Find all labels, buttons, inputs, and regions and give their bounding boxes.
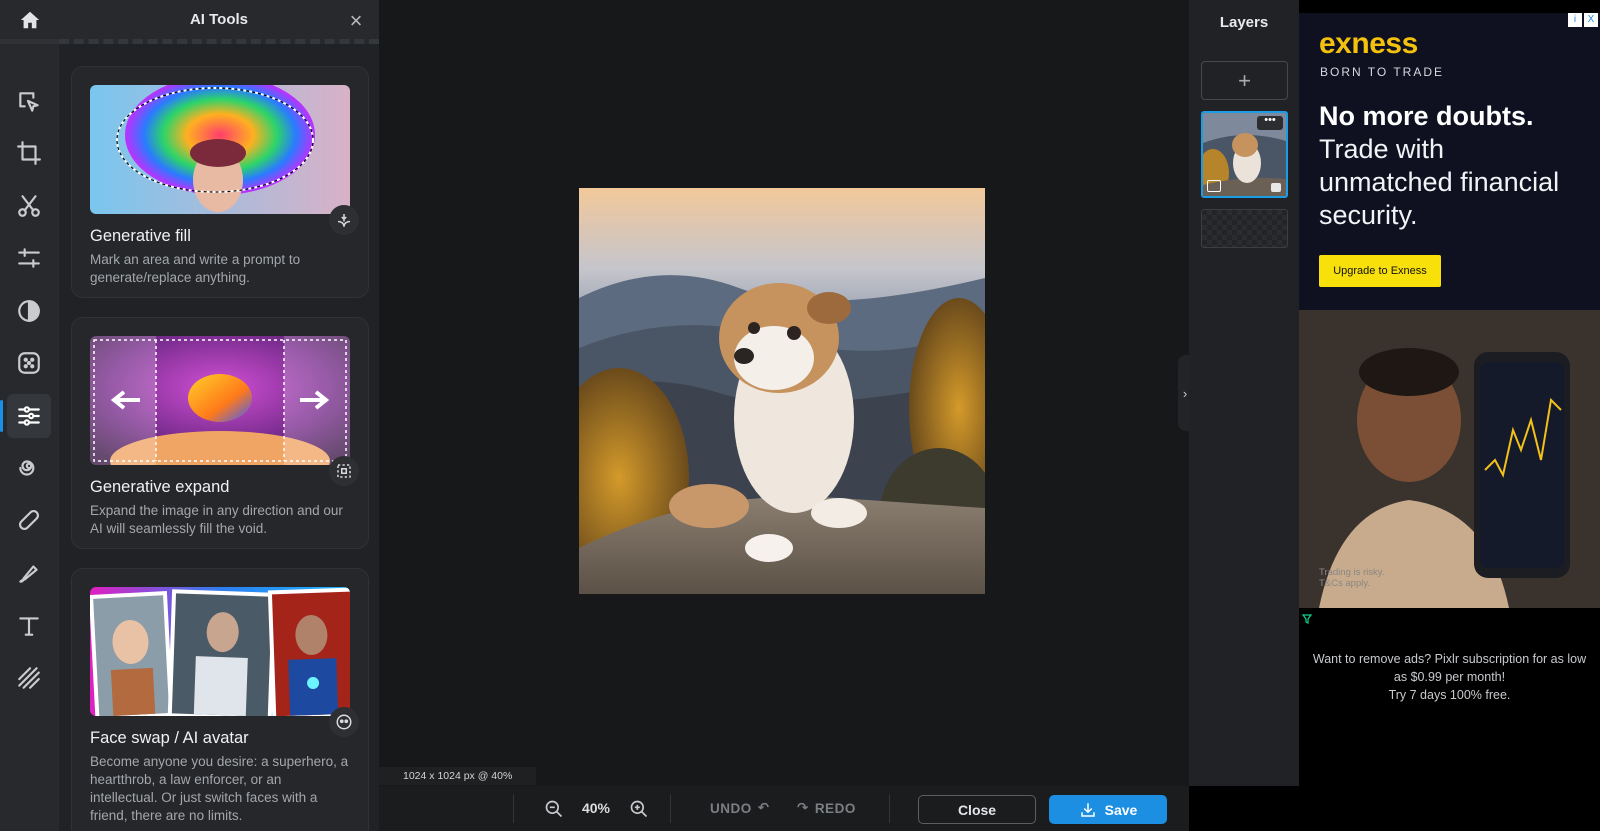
download-icon	[1080, 802, 1095, 817]
card-title: Generative expand	[90, 478, 230, 496]
generative-expand-thumbnail	[90, 336, 350, 465]
card-face-swap[interactable]: Face swap / AI avatar Become anyone you …	[71, 568, 369, 831]
card-description: Expand the image in any direction and ou…	[90, 503, 343, 536]
canvas-area	[379, 0, 1189, 786]
ai-tools-panel: AI Tools × Generative fill Mark an area …	[59, 0, 379, 831]
free-trial-text: Try 7 days 100% free.	[1388, 688, 1511, 702]
ad-tagline: BORN TO TRADE	[1320, 65, 1445, 79]
layers-panel: Layers + •••	[1189, 0, 1299, 786]
cut-icon	[18, 195, 40, 217]
ad-close-icon[interactable]: X	[1584, 13, 1598, 27]
card-description: Mark an area and write a prompt to gener…	[90, 252, 301, 285]
generative-fill-icon	[337, 214, 351, 227]
card-title: Generative fill	[90, 227, 191, 245]
tool-text[interactable]	[7, 604, 51, 648]
pattern-icon	[18, 667, 40, 689]
ad-risk-disclaimer: Trading is risky. T&Cs apply.	[1319, 567, 1385, 589]
redo-button[interactable]: ↷ REDO	[797, 800, 856, 816]
tool-draw[interactable]	[7, 551, 51, 595]
image-layer-icon	[1207, 180, 1221, 192]
effect-icon	[18, 352, 40, 374]
remove-ads-text: Want to remove ads? Pixlr subscription f…	[1312, 652, 1587, 684]
divider	[670, 794, 671, 823]
redo-label: REDO	[814, 800, 856, 816]
chevron-right-icon: ›	[1182, 385, 1188, 401]
retouch-icon	[18, 509, 40, 531]
panel-header: AI Tools ×	[59, 0, 379, 44]
card-badge	[329, 456, 359, 486]
layers-title: Layers	[1219, 13, 1269, 31]
save-button[interactable]: Save	[1049, 795, 1167, 824]
face-icon	[336, 714, 352, 730]
expand-icon	[337, 464, 351, 478]
card-badge	[329, 205, 359, 235]
draw-icon	[19, 565, 38, 583]
tool-retouch[interactable]	[7, 498, 51, 542]
close-icon: ×	[349, 8, 363, 33]
tool-crop[interactable]	[7, 131, 51, 175]
close-button[interactable]: Close	[918, 795, 1036, 824]
ad-brand-logo: exness	[1319, 27, 1418, 60]
tool-filter[interactable]	[7, 289, 51, 333]
zoom-level: 40%	[581, 800, 611, 816]
tool-rail	[0, 0, 59, 831]
zoom-in-icon	[630, 800, 648, 818]
ad-info-icon[interactable]: i	[1568, 13, 1582, 27]
remove-ads-message[interactable]: Want to remove ads? Pixlr subscription f…	[1299, 650, 1600, 704]
card-badge	[329, 707, 359, 737]
divider	[889, 794, 890, 823]
ad-badges: i X	[1568, 13, 1598, 27]
panel-title: AI Tools	[189, 11, 249, 28]
adjust-icon	[18, 248, 40, 268]
card-title: Face swap / AI avatar	[90, 729, 249, 747]
plus-icon: +	[1238, 67, 1251, 93]
layer-item[interactable]: •••	[1201, 111, 1288, 198]
add-layer-button[interactable]: +	[1201, 61, 1288, 100]
close-panel-button[interactable]: ×	[345, 10, 367, 32]
arrange-icon	[19, 92, 39, 112]
text-icon	[19, 617, 39, 636]
tool-cut[interactable]	[7, 184, 51, 228]
zoom-out-icon	[545, 800, 563, 818]
generative-fill-thumbnail	[90, 85, 350, 214]
liquify-icon	[19, 460, 35, 476]
ad-banner[interactable]: exness BORN TO TRADE No more doubts. Tra…	[1299, 13, 1600, 310]
lock-icon[interactable]	[1271, 183, 1281, 192]
ad-headline: No more doubts.	[1319, 101, 1534, 131]
card-generative-expand[interactable]: Generative expand Expand the image in an…	[71, 317, 369, 549]
ad-photo[interactable]: Trading is risky. T&Cs apply.	[1299, 310, 1600, 608]
canvas-image[interactable]	[579, 188, 985, 594]
empty-layer-slot[interactable]	[1201, 209, 1288, 248]
home-button[interactable]	[0, 0, 59, 44]
card-description: Become anyone you desire: a superhero, a…	[90, 754, 349, 823]
filter-icon	[18, 300, 40, 322]
adchoices-icon[interactable]	[1302, 614, 1312, 624]
ad-body: Trade with unmatched financial security.	[1319, 134, 1560, 230]
image-dimensions: 1024 x 1024 px @ 40%	[379, 767, 536, 785]
redo-icon: ↷	[797, 800, 809, 815]
divider	[513, 794, 514, 823]
ad-cta-button[interactable]: Upgrade to Exness	[1319, 255, 1441, 287]
tool-arrange[interactable]	[7, 80, 51, 124]
ai-tools-icon	[18, 406, 40, 426]
card-generative-fill[interactable]: Generative fill Mark an area and write a…	[71, 66, 369, 298]
undo-button[interactable]: UNDO ↶	[710, 800, 770, 816]
undo-icon: ↶	[757, 800, 770, 815]
zoom-in-button[interactable]	[628, 798, 650, 820]
home-icon	[20, 11, 39, 28]
undo-label: UNDO	[710, 800, 752, 816]
layer-menu-button[interactable]: •••	[1257, 115, 1283, 130]
tool-effect[interactable]	[7, 341, 51, 385]
face-swap-thumbnail	[90, 587, 350, 716]
tool-adjust[interactable]	[7, 236, 51, 280]
tool-pattern[interactable]	[7, 656, 51, 700]
ad-column: exness BORN TO TRADE No more doubts. Tra…	[1299, 0, 1600, 831]
save-label: Save	[1104, 801, 1138, 818]
tool-ai-tools[interactable]	[0, 394, 51, 438]
tool-liquify[interactable]	[7, 446, 51, 490]
zoom-out-button[interactable]	[543, 798, 565, 820]
photo-editor-app: AI Tools × Generative fill Mark an area …	[0, 0, 1600, 831]
crop-icon	[17, 141, 41, 165]
